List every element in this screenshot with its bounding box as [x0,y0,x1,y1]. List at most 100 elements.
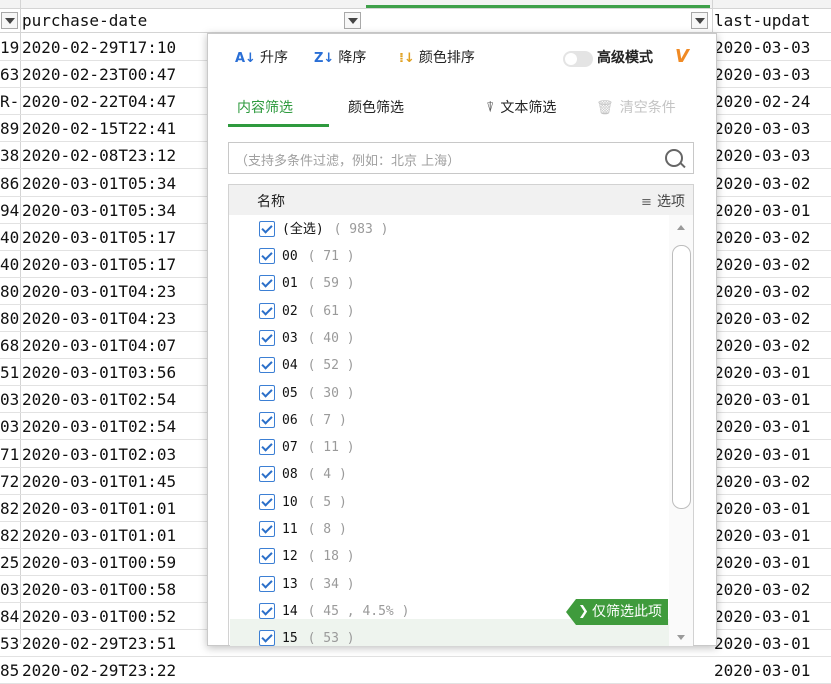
row-id-cell[interactable]: 86 [0,170,20,197]
filter-search-input[interactable]: （支持多条件过滤，例如：北京 上海） [228,142,694,174]
clear-conditions-button[interactable]: 🗑 清空条件 [596,97,676,119]
purchase-date-cell[interactable]: 2020-02-29T17:10 [22,34,208,61]
purchase-date-cell[interactable]: 2020-03-01T02:54 [22,386,208,413]
checkbox-checked[interactable] [259,384,275,401]
purchase-date-cell[interactable]: 2020-03-01T00:58 [22,576,208,603]
last-updated-cell[interactable]: 2020-03-01 [714,495,831,522]
scrollbar-thumb[interactable] [672,245,691,509]
last-updated-cell[interactable]: 2020-03-01 [714,441,831,468]
row-id-cell[interactable]: 03 [0,386,20,413]
last-updated-cell[interactable]: 2020-03-01 [714,197,831,224]
purchase-date-cell[interactable]: 2020-02-23T00:47 [22,61,208,88]
row-id-cell[interactable]: 72 [0,468,20,495]
last-updated-cell[interactable]: 2020-03-01 [714,657,831,684]
options-button[interactable]: ≡ 选项 [641,191,685,211]
row-id-cell[interactable]: 94 [0,197,20,224]
checkbox-checked[interactable] [259,302,275,319]
purchase-date-cell[interactable]: 2020-03-01T04:23 [22,305,208,332]
row-id-cell[interactable]: 03 [0,576,20,603]
row-id-cell[interactable]: 85 [0,657,20,684]
checkbox-checked[interactable] [259,329,275,346]
last-updated-cell[interactable]: 2020-03-03 [714,115,831,142]
checkbox-checked[interactable] [259,221,275,237]
last-updated-cell[interactable]: 2020-03-03 [714,34,831,61]
row-id-cell[interactable]: 19 [0,34,20,61]
row-id-cell[interactable]: 84 [0,603,20,630]
tab-color-filter[interactable]: 颜色筛选 [348,97,404,119]
checkbox-checked[interactable] [259,521,275,537]
sort-descending-button[interactable]: Z↓ 降序 [314,46,366,70]
purchase-date-cell[interactable]: 2020-03-01T04:07 [22,332,208,359]
checkbox-checked[interactable] [259,275,275,292]
checkbox-checked[interactable] [259,411,275,428]
purchase-date-cell[interactable]: 2020-03-01T00:52 [22,603,208,630]
checkbox-checked[interactable] [259,575,275,592]
purchase-date-cell[interactable]: 2020-02-29T23:22 [22,657,208,684]
purchase-date-cell[interactable]: 2020-02-15T22:41 [22,115,208,142]
search-icon[interactable] [665,149,683,167]
checkbox-checked[interactable] [259,493,275,510]
column-filter-dropdown-a[interactable] [1,12,18,29]
only-filter-this-button[interactable]: ❯ 仅筛选此项 [566,599,668,625]
checkbox-checked[interactable] [259,602,275,619]
purchase-date-cell[interactable]: 2020-03-01T00:59 [22,549,208,576]
row-id-cell[interactable]: 82 [0,522,20,549]
tab-content-filter[interactable]: 内容筛选 [237,97,293,119]
last-updated-cell[interactable]: 2020-03-02 [714,305,831,332]
purchase-date-cell[interactable]: 2020-03-01T02:54 [22,413,208,440]
row-id-cell[interactable]: 03 [0,413,20,440]
last-updated-cell[interactable]: 2020-03-02 [714,332,831,359]
last-updated-cell[interactable]: 2020-03-02 [714,224,831,251]
last-updated-cell[interactable]: 2020-03-01 [714,603,831,630]
checkbox-checked[interactable] [259,357,275,374]
checkbox-checked[interactable] [259,466,275,483]
last-updated-cell[interactable]: 2020-03-01 [714,549,831,576]
scroll-down-icon[interactable] [677,635,685,640]
row-id-cell[interactable]: 40 [0,224,20,251]
purchase-date-cell[interactable]: 2020-02-08T23:12 [22,142,208,169]
purchase-date-cell[interactable]: 2020-03-01T02:03 [22,441,208,468]
purchase-date-cell[interactable]: 2020-03-01T05:34 [22,170,208,197]
purchase-date-cell[interactable]: 2020-03-01T05:34 [22,197,208,224]
last-updated-cell[interactable]: 2020-03-01 [714,386,831,413]
advanced-mode-toggle[interactable] [563,51,593,67]
column-filter-dropdown-purchase-date[interactable] [344,12,361,29]
last-updated-cell[interactable]: 2020-03-01 [714,359,831,386]
last-updated-cell[interactable]: 2020-03-02 [714,251,831,278]
row-id-cell[interactable]: 71 [0,441,20,468]
row-id-cell[interactable]: 38 [0,142,20,169]
row-id-cell[interactable]: 40 [0,251,20,278]
purchase-date-cell[interactable]: 2020-03-01T03:56 [22,359,208,386]
last-updated-cell[interactable]: 2020-03-02 [714,468,831,495]
row-id-cell[interactable]: 80 [0,278,20,305]
last-updated-cell[interactable]: 2020-03-02 [714,278,831,305]
last-updated-cell[interactable]: 2020-03-01 [714,413,831,440]
checkbox-checked[interactable] [259,548,275,565]
scroll-up-icon[interactable] [677,225,685,230]
row-id-cell[interactable]: R- [0,88,20,115]
row-id-cell[interactable]: 82 [0,495,20,522]
purchase-date-cell[interactable]: 2020-02-22T04:47 [22,88,208,115]
sort-ascending-button[interactable]: A↓ 升序 [235,46,288,70]
last-updated-cell[interactable]: 2020-03-02 [714,576,831,603]
row-id-cell[interactable]: 25 [0,549,20,576]
row-id-cell[interactable]: 80 [0,305,20,332]
purchase-date-cell[interactable]: 2020-03-01T01:01 [22,495,208,522]
last-updated-cell[interactable]: 2020-03-03 [714,61,831,88]
row-id-cell[interactable]: 68 [0,332,20,359]
row-id-cell[interactable]: 63 [0,61,20,88]
last-updated-cell[interactable]: 2020-02-24 [714,88,831,115]
checkbox-checked[interactable] [259,248,275,264]
purchase-date-cell[interactable]: 2020-03-01T05:17 [22,224,208,251]
row-id-cell[interactable]: 89 [0,115,20,142]
row-id-cell[interactable]: 51 [0,359,20,386]
purchase-date-cell[interactable]: 2020-03-01T01:45 [22,468,208,495]
column-filter-dropdown-active[interactable] [691,12,708,29]
checkbox-checked[interactable] [259,439,275,456]
text-filter-button[interactable]: ⍒ 文本筛选 [486,97,556,119]
purchase-date-cell[interactable]: 2020-03-01T01:01 [22,522,208,549]
purchase-date-cell[interactable]: 2020-03-01T05:17 [22,251,208,278]
last-updated-cell[interactable]: 2020-03-03 [714,142,831,169]
sort-by-color-button[interactable]: ⁞↓ 颜色排序 [399,46,475,70]
last-updated-cell[interactable]: 2020-03-02 [714,170,831,197]
